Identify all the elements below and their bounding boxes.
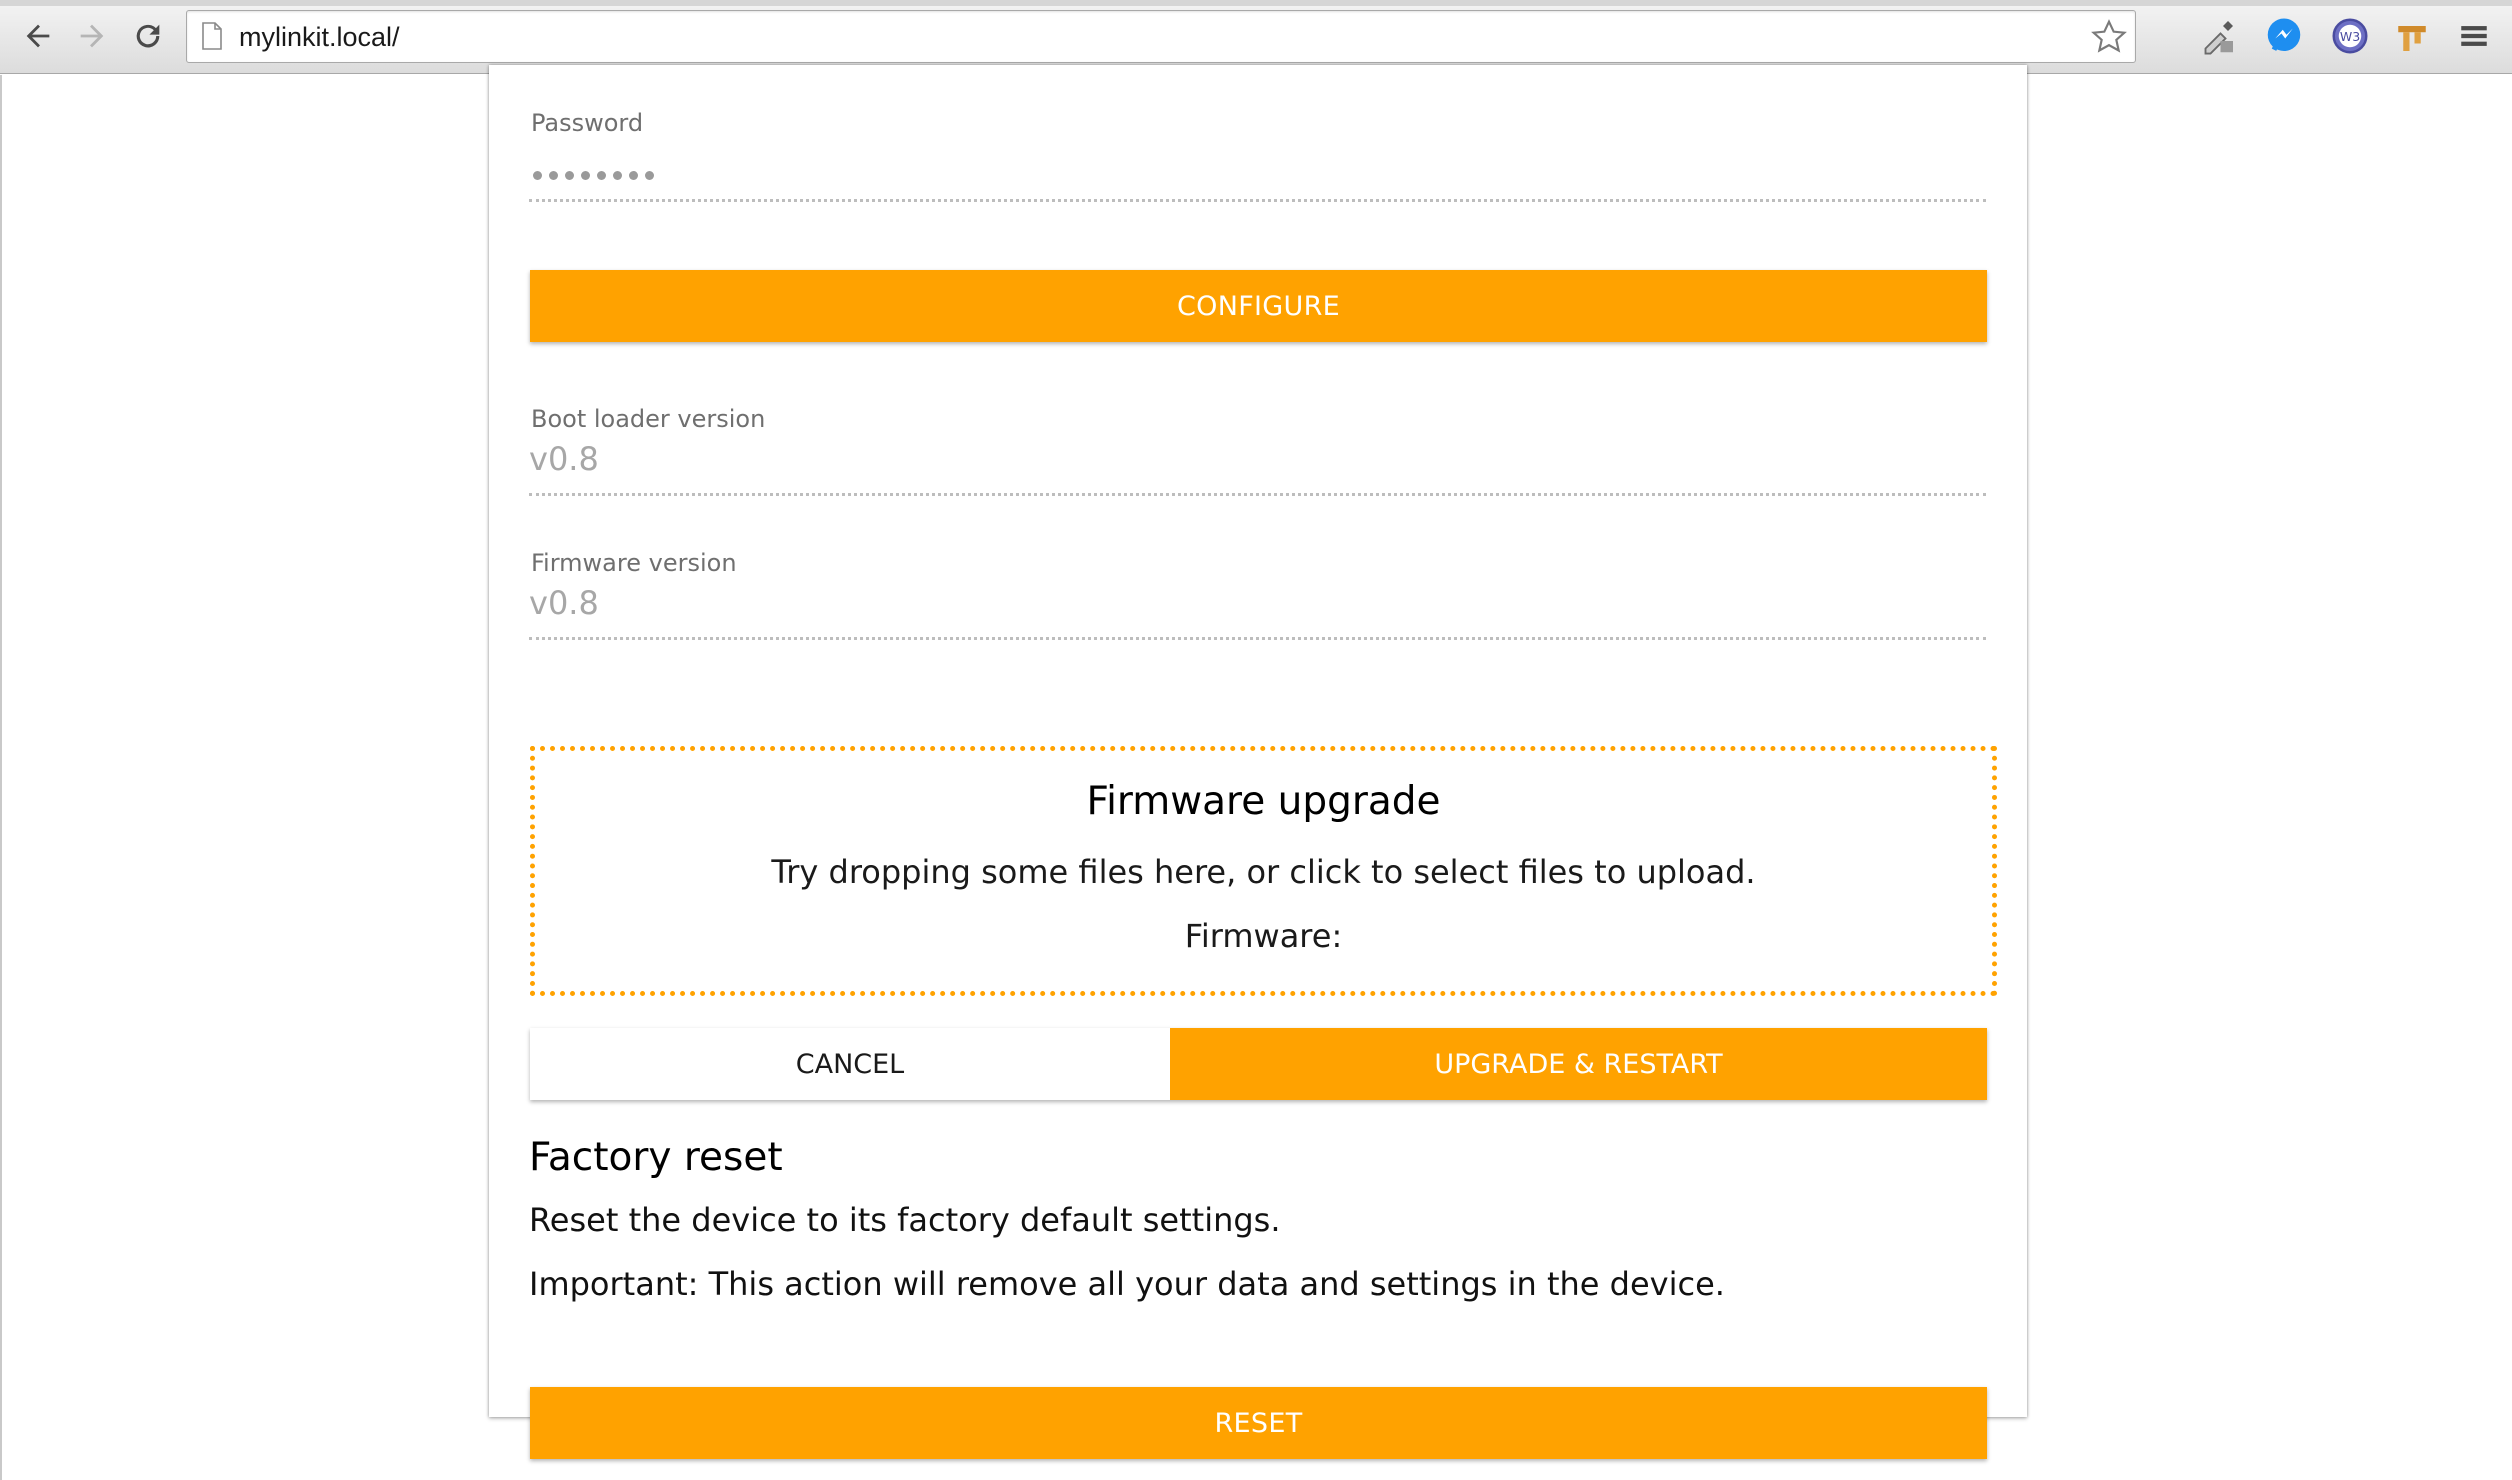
- factory-reset-title: Factory reset: [529, 1135, 783, 1180]
- firmware-file-label: Firmware:: [1184, 917, 1343, 955]
- window-edge: [0, 75, 2, 1480]
- password-mask-dot: [533, 171, 542, 180]
- password-input[interactable]: [533, 171, 654, 180]
- eyedropper-extension[interactable]: [2196, 14, 2240, 58]
- page-viewport: Password CONFIGURE Boot loader version v…: [0, 65, 2512, 1480]
- password-mask-dot: [629, 171, 638, 180]
- messenger-extension[interactable]: [2262, 14, 2306, 58]
- password-mask-dot: [613, 171, 622, 180]
- firmware-version-label: Firmware version: [531, 549, 737, 577]
- password-mask-dot: [645, 171, 654, 180]
- star-icon[interactable]: [2089, 17, 2129, 57]
- svg-text:W3: W3: [2340, 29, 2360, 44]
- address-bar[interactable]: mylinkit.local/: [186, 10, 2136, 63]
- upgrade-actions: CANCEL UPGRADE & RESTART: [530, 1028, 1987, 1100]
- reload-icon: [136, 24, 160, 48]
- bootloader-version-value: v0.8: [529, 440, 599, 478]
- password-mask-dot: [549, 171, 558, 180]
- reset-button[interactable]: RESET: [530, 1387, 1987, 1459]
- password-label: Password: [531, 109, 644, 137]
- dropzone-instructions: Try dropping some files here, or click t…: [771, 853, 1756, 891]
- firmware-upgrade-title: Firmware upgrade: [1086, 779, 1441, 824]
- tab-strip: [0, 0, 2512, 6]
- url-text: mylinkit.local/: [239, 22, 400, 52]
- back-button[interactable]: [16, 14, 60, 58]
- upgrade-restart-button[interactable]: UPGRADE & RESTART: [1170, 1028, 1987, 1100]
- menu-icon: [2461, 26, 2487, 46]
- reload-button[interactable]: [126, 14, 170, 58]
- firmware-underline: [529, 637, 1986, 640]
- bookmarks-extension[interactable]: [2390, 14, 2434, 58]
- firmware-version-value: v0.8: [529, 584, 599, 622]
- messenger-icon: [2267, 18, 2301, 51]
- forward-icon: [80, 24, 104, 48]
- bootloader-underline: [529, 493, 1986, 496]
- factory-reset-warning: Important: This action will remove all y…: [529, 1265, 1725, 1303]
- browser-toolbar: mylinkit.local/ W3: [0, 0, 2512, 74]
- password-mask-dot: [597, 171, 606, 180]
- back-icon: [26, 24, 50, 48]
- w3-extension[interactable]: W3: [2328, 14, 2372, 58]
- password-mask-dot: [581, 171, 590, 180]
- cancel-button[interactable]: CANCEL: [530, 1028, 1170, 1100]
- settings-card: Password CONFIGURE Boot loader version v…: [489, 65, 2027, 1459]
- password-underline: [529, 199, 1986, 202]
- password-mask-dot: [565, 171, 574, 180]
- menu-button[interactable]: [2452, 14, 2496, 58]
- page-icon: [202, 22, 222, 50]
- forward-button[interactable]: [70, 14, 114, 58]
- eyedropper-icon: [2204, 21, 2233, 55]
- firmware-dropzone[interactable]: Firmware upgrade Try dropping some files…: [530, 746, 1997, 996]
- bookmarks-ext-icon: [2398, 26, 2426, 51]
- w3-icon: W3: [2332, 18, 2368, 54]
- factory-reset-description: Reset the device to its factory default …: [529, 1201, 1281, 1239]
- configure-button[interactable]: CONFIGURE: [530, 270, 1987, 342]
- bootloader-version-label: Boot loader version: [531, 405, 766, 433]
